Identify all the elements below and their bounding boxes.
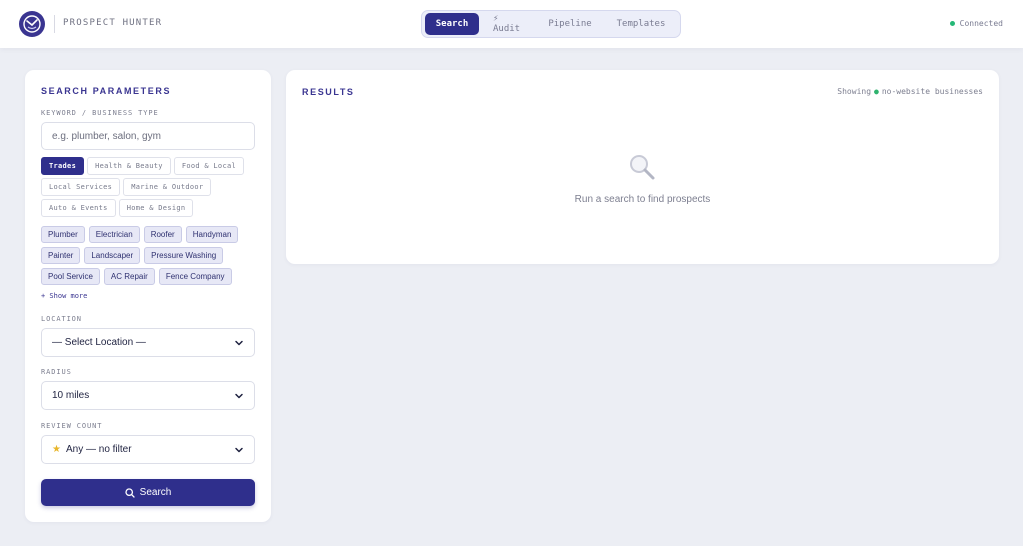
subcategory-chip-electrician[interactable]: Electrician (88, 226, 140, 243)
subcategory-chips: Plumber Electrician Roofer Handyman Pain… (41, 226, 257, 285)
review-count-label: REVIEW COUNT (41, 422, 103, 430)
subcategory-chip-pressure-washing[interactable]: Pressure Washing (144, 247, 224, 264)
main-tabs: Search ⚡ Audit Pipeline Templates (421, 10, 681, 38)
connection-status: Connected (949, 19, 1003, 28)
radius-label: RADIUS (41, 368, 72, 376)
empty-state-text: Run a search to find prospects (574, 194, 711, 205)
results-panel: RESULTS Showing ● no-website businesses … (286, 70, 999, 264)
radius-select-value: 10 miles (52, 390, 90, 401)
star-icon: ★ (52, 444, 61, 455)
review-count-select-value: Any — no filter (65, 444, 132, 455)
category-chip-auto-events[interactable]: Auto & Events (41, 199, 116, 217)
top-bar: PROSPECT HUNTER Search ⚡ Audit Pipeline … (0, 0, 1023, 48)
category-chip-food-local[interactable]: Food & Local (173, 157, 244, 175)
search-parameters-title: SEARCH PARAMETERS (41, 86, 172, 96)
category-chip-trades[interactable]: Trades (41, 157, 85, 175)
search-button-label: Search (139, 487, 172, 498)
results-filter-note: Showing ● no-website businesses (837, 87, 983, 96)
review-count-value-wrap: ★ Any — no filter (52, 444, 132, 455)
subcategory-chip-ac-repair[interactable]: AC Repair (103, 268, 155, 285)
category-chip-health-beauty[interactable]: Health & Beauty (87, 157, 171, 175)
radius-select[interactable]: 10 miles (41, 381, 255, 410)
location-select-value: — Select Location — (52, 337, 146, 348)
chevron-down-icon (235, 340, 243, 345)
chevron-down-icon (235, 393, 243, 398)
search-parameters-panel: SEARCH PARAMETERS KEYWORD / BUSINESS TYP… (25, 70, 271, 522)
location-label: LOCATION (41, 315, 82, 323)
subcategory-chip-painter[interactable]: Painter (41, 247, 81, 264)
chevron-down-icon (235, 447, 243, 452)
magnifier-icon (630, 155, 655, 180)
category-chip-marine-outdoor[interactable]: Marine & Outdoor (123, 178, 212, 196)
status-dot-icon (949, 21, 955, 26)
location-select[interactable]: — Select Location — (41, 328, 255, 357)
brand-divider (54, 15, 55, 33)
tab-audit[interactable]: ⚡ Audit (481, 13, 535, 35)
subcategory-chip-handyman[interactable]: Handyman (185, 226, 239, 243)
tab-templates[interactable]: Templates (605, 13, 677, 35)
review-count-select[interactable]: ★ Any — no filter (41, 435, 255, 464)
category-chips: Trades Health & Beauty Food & Local Loca… (41, 157, 257, 217)
show-more-link[interactable]: + Show more (41, 292, 87, 300)
tab-pipeline[interactable]: Pipeline (537, 13, 603, 35)
subcategory-chip-fence-company[interactable]: Fence Company (158, 268, 232, 285)
category-chip-home-design[interactable]: Home & Design (118, 199, 194, 217)
brand-name: PROSPECT HUNTER (63, 18, 163, 28)
leaf-icon: ● (874, 87, 879, 96)
logo-icon (23, 15, 41, 33)
keyword-input[interactable]: e.g. plumber, salon, gym (41, 122, 255, 150)
search-icon (125, 487, 135, 498)
showing-prefix: Showing (837, 87, 872, 96)
tab-search[interactable]: Search (425, 13, 479, 35)
showing-suffix: no-website businesses (881, 87, 983, 96)
keyword-label: KEYWORD / BUSINESS TYPE (41, 109, 159, 117)
category-chip-local-services[interactable]: Local Services (41, 178, 121, 196)
status-text: Connected (959, 19, 1003, 28)
subcategory-chip-roofer[interactable]: Roofer (143, 226, 182, 243)
subcategory-chip-landscaper[interactable]: Landscaper (84, 247, 141, 264)
results-title: RESULTS (302, 87, 355, 97)
subcategory-chip-pool-service[interactable]: Pool Service (41, 268, 100, 285)
search-button[interactable]: Search (41, 479, 255, 506)
app-logo[interactable] (19, 11, 45, 37)
subcategory-chip-plumber[interactable]: Plumber (41, 226, 85, 243)
